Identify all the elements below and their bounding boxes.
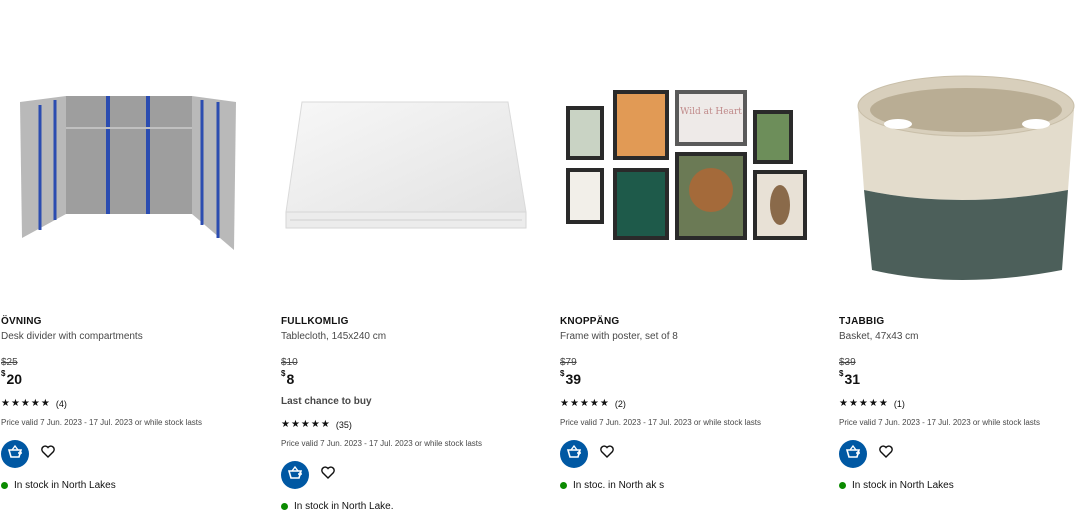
stock-text: In stock in North Lake.	[294, 501, 394, 512]
product-card[interactable]: ÖVNING Desk divider with compartments $2…	[0, 0, 260, 515]
desk-divider-image[interactable]	[0, 40, 240, 270]
price-value: 31	[844, 371, 861, 387]
rating-count: (4)	[55, 398, 67, 409]
poster-frames-image[interactable]: Wild at Heart	[559, 40, 807, 270]
previous-price: $25	[1, 357, 18, 368]
current-price: $31	[839, 369, 861, 387]
favourite-button[interactable]	[878, 445, 894, 463]
rating: ★★★★★ (1)	[839, 398, 905, 409]
basket-image[interactable]	[838, 40, 1078, 280]
rating: ★★★★★ (35)	[281, 419, 352, 430]
stock-text: In stock in North Lakes	[14, 480, 116, 491]
currency-symbol: $	[281, 369, 286, 378]
product-description: Frame with poster, set of 8	[560, 331, 678, 342]
add-to-cart-button[interactable]	[1, 440, 29, 468]
rating-count: (1)	[893, 398, 905, 409]
current-price: $39	[560, 369, 582, 387]
stock-status: In stock in North Lakes	[839, 480, 954, 491]
price-validity: Price valid 7 Jun. 2023 - 17 Jul. 2023 o…	[839, 418, 1040, 427]
currency-symbol: $	[839, 369, 844, 378]
price-validity: Price valid 7 Jun. 2023 - 17 Jul. 2023 o…	[560, 418, 761, 427]
favourite-button[interactable]	[40, 445, 56, 463]
add-to-cart-icon	[287, 465, 303, 486]
product-card[interactable]: TJABBIG Basket, 47x43 cm $39 $31 ★★★★★ (…	[838, 0, 1080, 515]
product-description: Basket, 47x43 cm	[839, 331, 919, 342]
product-name[interactable]: TJABBIG	[839, 316, 884, 327]
heart-icon	[41, 445, 55, 463]
add-to-cart-icon	[7, 444, 23, 465]
star-icons: ★★★★★	[1, 398, 51, 409]
add-to-cart-icon	[566, 444, 582, 465]
rating: ★★★★★ (4)	[1, 398, 67, 409]
product-card[interactable]: Wild at Heart KNOPPÄNG Frame with poster…	[559, 0, 819, 515]
stock-status: In stoc. in North ak s	[560, 480, 664, 491]
favourite-button[interactable]	[599, 445, 615, 463]
favourite-button[interactable]	[320, 466, 336, 484]
rating-count: (35)	[335, 419, 352, 430]
product-name[interactable]: KNOPPÄNG	[560, 316, 619, 327]
previous-price: $10	[281, 357, 298, 368]
stock-text: In stock in North Lakes	[852, 480, 954, 491]
heart-icon	[879, 445, 893, 463]
add-to-cart-icon	[845, 444, 861, 465]
price-validity: Price valid 7 Jun. 2023 - 17 Jul. 2023 o…	[1, 418, 202, 427]
price-validity: Price valid 7 Jun. 2023 - 17 Jul. 2023 o…	[281, 439, 482, 448]
poster-text: Wild at Heart	[680, 107, 742, 117]
product-description: Tablecloth, 145x240 cm	[281, 331, 387, 342]
currency-symbol: $	[1, 369, 6, 378]
price-value: 8	[286, 371, 295, 387]
product-name[interactable]: FULLKOMLIG	[281, 316, 349, 327]
previous-price: $79	[560, 357, 577, 368]
last-chance-badge: Last chance to buy	[281, 396, 372, 407]
rating: ★★★★★ (2)	[560, 398, 626, 409]
in-stock-dot-icon	[560, 482, 567, 489]
add-to-cart-button[interactable]	[560, 440, 588, 468]
star-icons: ★★★★★	[560, 398, 610, 409]
star-icons: ★★★★★	[839, 398, 889, 409]
previous-price: $39	[839, 357, 856, 368]
tablecloth-image[interactable]	[280, 40, 527, 270]
product-card[interactable]: FULLKOMLIG Tablecloth, 145x240 cm $10 $8…	[280, 0, 540, 515]
current-price: $8	[281, 369, 295, 387]
rating-count: (2)	[614, 398, 626, 409]
heart-icon	[321, 466, 335, 484]
stock-text: In stoc. in North ak s	[573, 480, 665, 491]
currency-symbol: $	[560, 369, 565, 378]
product-description: Desk divider with compartments	[1, 331, 143, 342]
stock-status: In stock in North Lakes	[1, 480, 116, 491]
heart-icon	[600, 445, 614, 463]
current-price: $20	[1, 369, 23, 387]
add-to-cart-button[interactable]	[281, 461, 309, 489]
stock-status: In stock in North Lake.	[281, 501, 394, 512]
star-icons: ★★★★★	[281, 419, 331, 430]
price-value: 39	[565, 371, 582, 387]
in-stock-dot-icon	[281, 503, 288, 510]
add-to-cart-button[interactable]	[839, 440, 867, 468]
in-stock-dot-icon	[839, 482, 846, 489]
price-value: 20	[6, 371, 23, 387]
product-name[interactable]: ÖVNING	[1, 316, 42, 327]
in-stock-dot-icon	[1, 482, 8, 489]
